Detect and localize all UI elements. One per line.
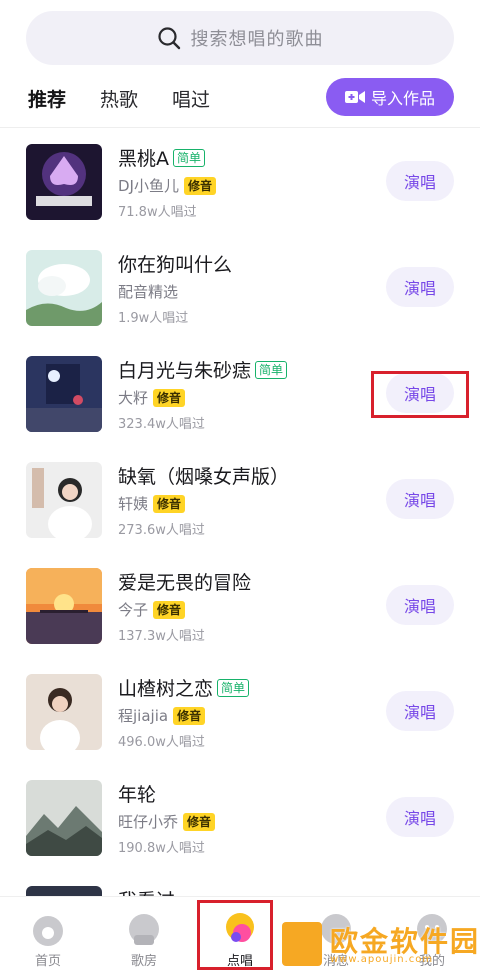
song-item[interactable]: 山楂树之恋 简单 程jiajia 修音 496.0w人唱过 演唱 [0, 658, 480, 764]
song-artist: 轩姨 [118, 495, 149, 513]
tab-hot-songs[interactable]: 热歌 [100, 85, 138, 112]
nav-highlight-box [197, 900, 273, 970]
song-title: 黑桃A [118, 148, 169, 170]
difficulty-badge: 简单 [173, 148, 206, 167]
search-icon [157, 27, 180, 50]
pitch-fix-badge: 修音 [153, 600, 186, 619]
tab-sung[interactable]: 唱过 [172, 85, 210, 112]
tab-bar: 推荐 热歌 唱过 [28, 78, 244, 118]
sing-button[interactable]: 演唱 [386, 797, 454, 837]
watermark: 欧金软件园 www.apoujin.com [282, 916, 480, 971]
song-title: 缺氧（烟嗓女声版） [118, 466, 290, 488]
song-cover [26, 144, 102, 220]
song-item[interactable]: 爱是无畏的冒险 今子 修音 137.3w人唱过 演唱 [0, 552, 480, 658]
play-count: 71.8w人唱过 [118, 205, 197, 220]
watermark-logo-icon [282, 922, 322, 966]
pitch-fix-badge: 修音 [153, 494, 186, 513]
sing-button[interactable]: 演唱 [386, 161, 454, 201]
song-cover [26, 780, 102, 856]
tab-recommend[interactable]: 推荐 [28, 85, 67, 114]
import-works-label: 导入作品 [370, 89, 435, 108]
song-title: 年轮 [118, 784, 157, 806]
song-item[interactable]: 黑桃A 简单 DJ小鱼儿 修音 71.8w人唱过 演唱 [0, 128, 480, 234]
highlight-box [371, 371, 469, 418]
pitch-fix-badge: 修音 [173, 706, 206, 725]
song-cover [26, 568, 102, 644]
song-artist: DJ小鱼儿 [118, 177, 179, 195]
nav-home[interactable]: 首页 [0, 897, 96, 973]
play-count: 190.8w人唱过 [118, 841, 205, 856]
song-cover [26, 674, 102, 750]
search-placeholder: 搜索想唱的歌曲 [190, 29, 324, 50]
nav-home-label: 首页 [34, 954, 61, 969]
nav-room-label: 歌房 [130, 954, 157, 969]
room-icon [129, 914, 159, 945]
song-cover [26, 886, 102, 896]
song-item[interactable]: 年轮 旺仔小乔 修音 190.8w人唱过 演唱 [0, 764, 480, 870]
play-count: 496.0w人唱过 [118, 735, 205, 750]
sing-button[interactable]: 演唱 [386, 691, 454, 731]
song-title: 爱是无畏的冒险 [118, 572, 252, 594]
play-count: 273.6w人唱过 [118, 523, 205, 538]
play-count: 323.4w人唱过 [118, 417, 205, 432]
song-item[interactable]: 缺氧（烟嗓女声版） 轩姨 修音 273.6w人唱过 演唱 [0, 446, 480, 552]
video-camera-icon [344, 91, 365, 103]
song-item[interactable]: 我看过 [0, 870, 480, 896]
search-bar[interactable]: 搜索想唱的歌曲 [26, 11, 454, 65]
song-artist: 配音精选 [118, 283, 179, 301]
sing-button[interactable]: 演唱 [386, 585, 454, 625]
pitch-fix-badge: 修音 [183, 176, 216, 195]
song-artist: 大籽 [118, 389, 149, 407]
song-title: 白月光与朱砂痣 [118, 360, 252, 382]
play-count: 1.9w人唱过 [118, 311, 189, 326]
sing-button[interactable]: 演唱 [386, 267, 454, 307]
song-artist: 今子 [118, 601, 149, 619]
pitch-fix-badge: 修音 [183, 812, 216, 831]
song-cover [26, 356, 102, 432]
song-list: 黑桃A 简单 DJ小鱼儿 修音 71.8w人唱过 演唱 你在狗叫什么 配音精选 … [0, 128, 480, 896]
nav-room[interactable]: 歌房 [96, 897, 192, 973]
song-cover [26, 250, 102, 326]
song-artist: 程jiajia [118, 707, 169, 725]
song-title: 山楂树之恋 [118, 678, 214, 700]
home-icon [33, 916, 63, 946]
song-artist: 旺仔小乔 [118, 813, 179, 831]
difficulty-badge: 简单 [217, 678, 250, 697]
song-title: 我看过 [118, 886, 175, 896]
play-count: 137.3w人唱过 [118, 629, 205, 644]
import-works-button[interactable]: 导入作品 [326, 78, 454, 116]
difficulty-badge: 简单 [255, 360, 288, 379]
song-item[interactable]: 你在狗叫什么 配音精选 1.9w人唱过 演唱 [0, 234, 480, 340]
song-cover [26, 462, 102, 538]
watermark-url: www.apoujin.com [330, 954, 434, 965]
sing-button[interactable]: 演唱 [386, 479, 454, 519]
song-title: 你在狗叫什么 [118, 254, 233, 276]
pitch-fix-badge: 修音 [153, 388, 186, 407]
